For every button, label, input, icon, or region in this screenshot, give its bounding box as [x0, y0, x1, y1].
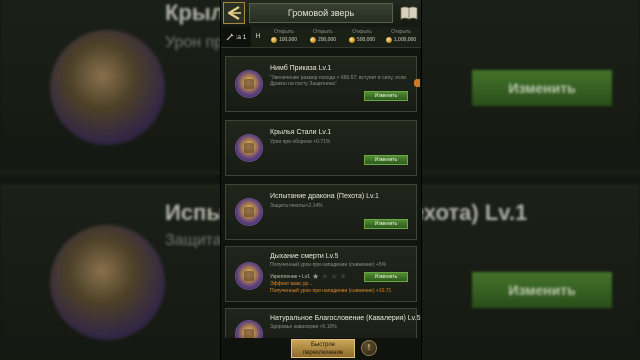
background-change-button-2: Изменить: [472, 272, 612, 308]
change-button[interactable]: Изменить: [364, 155, 408, 165]
coin-icon: [348, 37, 355, 43]
resource-value: 500,000: [356, 37, 376, 43]
quick-switch-line1: Быстрое: [310, 342, 335, 348]
coin-icon: [385, 37, 392, 43]
background-medal-2: [50, 225, 165, 340]
change-button[interactable]: Изменить: [364, 219, 408, 229]
book-button[interactable]: [399, 3, 419, 23]
upgrade-row: Укрепление • Lv1 ★ ★ ★ ★: [270, 273, 347, 281]
star-icon: ★: [321, 272, 329, 281]
star-icon: ★: [330, 272, 338, 281]
star-icon: ★: [312, 272, 320, 281]
resource-slot-1[interactable]: Открыть 100,000: [265, 28, 303, 46]
skill-medal-icon: [236, 135, 262, 161]
skill-card-2: Крылья Стали Lv.1 Урон при обороне +0.71…: [225, 120, 417, 176]
resource-slot-2[interactable]: Открыть 200,000: [304, 28, 342, 46]
skill-description: Здоровье кавалерии +5.10%: [270, 324, 337, 330]
resource-slot-3[interactable]: Открыть 500,000: [343, 28, 381, 46]
back-button[interactable]: [223, 2, 245, 24]
quick-switch-button[interactable]: Быстрое переключение: [291, 339, 355, 358]
skill-title: Дыхание смерти Lv.5: [270, 253, 339, 260]
upgrade-label: Укрепление • Lv1: [270, 274, 311, 280]
skill-card-1: Нимб Приказа Lv.1 "Увеличение размер пох…: [225, 56, 420, 112]
page-title: Громовой зверь: [249, 3, 393, 23]
star-icon: ★: [339, 272, 347, 281]
skill-card-4: Дыхание смерти Lv.5 Полученный урон при …: [225, 246, 417, 302]
resource-label: Открыть: [391, 29, 411, 35]
skill-title: Нимб Приказа Lv.1: [270, 65, 332, 72]
resource-value: 100,000: [278, 37, 298, 43]
info-button[interactable]: !: [361, 340, 377, 356]
max-effect-label: Эффект макс.ур...: [270, 281, 313, 287]
skill-medal-icon: [236, 199, 262, 225]
sword-icon: [226, 33, 233, 41]
skill-description: Урон при обороне +0.71%: [270, 139, 331, 145]
resource-label: Открыть: [274, 29, 294, 35]
skill-description: Полученный урон при нападении (снижение)…: [270, 262, 387, 268]
tab-current-label: :а 1: [235, 33, 247, 41]
resource-label: Открыть: [313, 29, 333, 35]
skill-description: Защита пехоты+2.14%: [270, 203, 323, 209]
skill-title: Натуральное Благословение (Кавалерия) Lv…: [270, 315, 421, 322]
skill-title: Крылья Стали Lv.1: [270, 129, 332, 136]
change-button[interactable]: Изменить: [364, 272, 408, 282]
resource-value: 1,000,000: [393, 37, 417, 43]
resource-slot-4[interactable]: Открыть 1,000,000: [382, 28, 420, 46]
max-effect-value: Полученный урон при нападении (снижение)…: [270, 288, 392, 294]
back-arrow-icon: [227, 6, 241, 20]
background-medal-1: [50, 30, 165, 145]
change-button[interactable]: Изменить: [364, 91, 408, 101]
bottom-bar: Быстрое переключение !: [221, 338, 421, 360]
skill-list: Нимб Приказа Lv.1 "Увеличение размер пох…: [221, 48, 421, 348]
resource-value: 200,000: [317, 37, 337, 43]
resource-bar: :а 1 Н Открыть 100,000 Открыть 200,000 О…: [221, 27, 421, 48]
skill-title: Испытание дракона (Пехота) Lv.1: [270, 193, 379, 200]
resource-label: Открыть: [352, 29, 372, 35]
tab-h[interactable]: Н: [253, 27, 263, 47]
skill-medal-icon: [236, 263, 262, 289]
skill-card-3: Испытание дракона (Пехота) Lv.1 Защита п…: [225, 184, 417, 240]
coin-icon: [270, 37, 277, 43]
book-icon: [400, 6, 418, 20]
quick-switch-line2: переключение: [302, 350, 344, 356]
app-window: Громовой зверь :а 1 Н Открыть 100,000 От…: [220, 0, 422, 360]
skill-description: "Увеличение размер похода + 666.67; всту…: [270, 75, 407, 87]
background-change-button-1: Изменить: [472, 70, 612, 106]
skill-medal-icon: [236, 71, 262, 97]
side-indicator: [414, 79, 420, 87]
coin-icon: [309, 37, 316, 43]
tab-current[interactable]: :а 1: [221, 27, 251, 47]
header-bar: Громовой зверь: [221, 0, 421, 28]
